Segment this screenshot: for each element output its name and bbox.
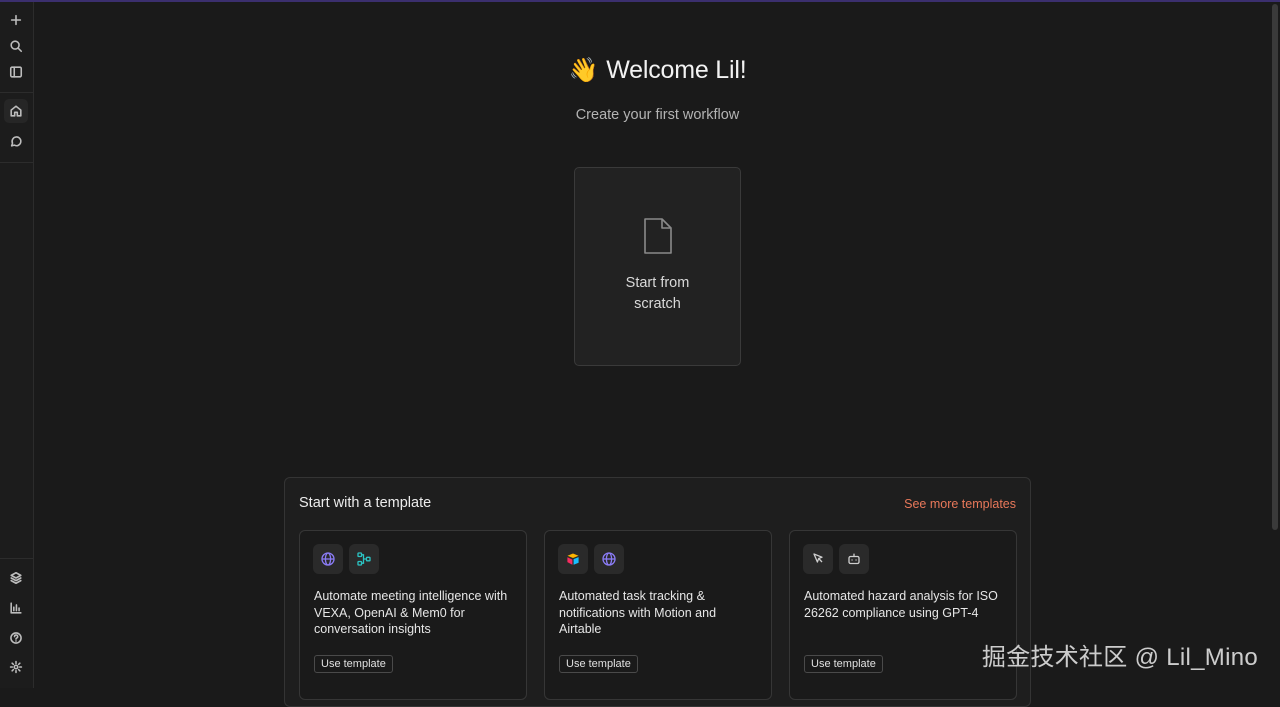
- use-template-button[interactable]: Use template: [559, 655, 638, 673]
- template-section-title: Start with a template: [299, 495, 432, 511]
- cube-stack-icon: [10, 571, 22, 585]
- template-card[interactable]: Automate meeting intelligence with VEXA,…: [299, 530, 527, 700]
- file-icon: [641, 216, 675, 256]
- workflow-nodes-icon: [349, 544, 379, 574]
- sidebar-item-settings[interactable]: [4, 655, 28, 679]
- globe-icon: [313, 544, 343, 574]
- template-description: Automated hazard analysis for ISO 26262 …: [804, 589, 998, 620]
- page-title: 👋 Welcome Lil!: [35, 56, 1280, 85]
- chat-bubble-icon: [10, 136, 22, 147]
- start-from-scratch-card[interactable]: Start from scratch: [574, 167, 741, 366]
- cursor-pointer-icon: [803, 544, 833, 574]
- help-circle-icon: [10, 632, 22, 644]
- sidebar-item-chat[interactable]: [4, 129, 28, 153]
- sidebar-divider: [0, 162, 34, 163]
- watermark-text: 掘金技术社区 @ Lil_Mino: [981, 644, 1258, 671]
- template-description: Automate meeting intelligence with VEXA,…: [314, 589, 508, 636]
- settings-gear-icon: [9, 660, 23, 674]
- main-content: 👋 Welcome Lil! Create your first workflow…: [35, 2, 1270, 707]
- toggle-sidebar-button[interactable]: [4, 60, 28, 84]
- scrollbar-track[interactable]: [1270, 2, 1280, 688]
- home-icon: [10, 105, 22, 117]
- plus-icon: [10, 14, 22, 26]
- bar-chart-icon: [10, 602, 22, 614]
- sidebar-item-home[interactable]: [4, 99, 28, 123]
- new-workflow-button[interactable]: [4, 8, 28, 32]
- template-description: Automated task tracking & notifications …: [559, 589, 717, 636]
- page-subtitle: Create your first workflow: [575, 107, 740, 123]
- template-card[interactable]: Automated task tracking & notifications …: [544, 530, 772, 700]
- sidebar: [0, 2, 34, 688]
- sidebar-divider: [0, 92, 34, 93]
- see-more-templates-link[interactable]: See more templates: [904, 497, 1016, 511]
- template-panel: Start with a template See more templates…: [284, 477, 1031, 707]
- airtable-logo-icon: [558, 544, 588, 574]
- start-from-scratch-label: Start from scratch: [625, 275, 690, 312]
- use-template-button[interactable]: Use template: [804, 655, 883, 673]
- globe-icon: [594, 544, 624, 574]
- search-button[interactable]: [4, 34, 28, 58]
- panel-left-icon: [9, 66, 23, 78]
- waving-hand-emoji: 👋: [568, 57, 599, 84]
- search-icon: [10, 40, 23, 53]
- sidebar-item-components[interactable]: [4, 566, 28, 590]
- welcome-title-text: Welcome Lil!: [606, 56, 747, 84]
- use-template-button[interactable]: Use template: [314, 655, 393, 673]
- template-card[interactable]: Automated hazard analysis for ISO 26262 …: [789, 530, 1017, 700]
- sidebar-item-help[interactable]: [4, 626, 28, 650]
- sidebar-divider: [0, 558, 34, 559]
- sidebar-item-analytics[interactable]: [4, 596, 28, 620]
- robot-icon: [839, 544, 869, 574]
